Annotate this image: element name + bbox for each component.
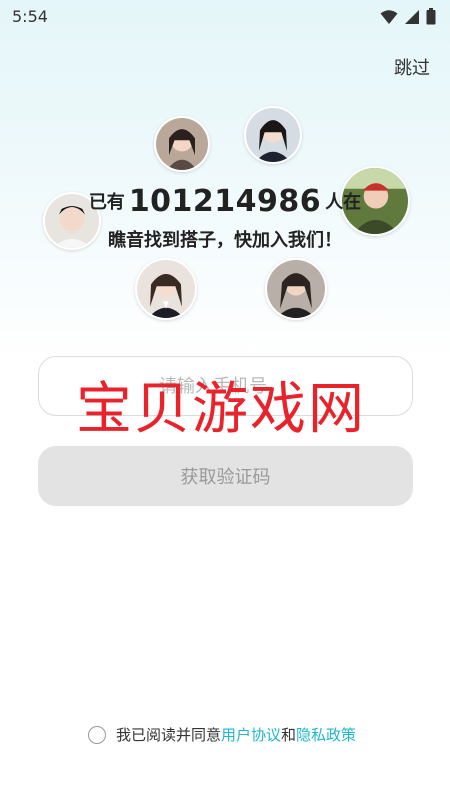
avatar: [265, 258, 327, 320]
headline-suffix: 人在: [325, 192, 362, 213]
agreement-and: 和: [281, 726, 297, 744]
status-icons: [380, 8, 436, 25]
wifi-icon: [380, 9, 398, 24]
user-agreement-link[interactable]: 用户协议: [221, 724, 281, 745]
avatar: [244, 106, 302, 164]
agreement-text: 我已阅读并同意: [116, 726, 222, 744]
avatar: [135, 258, 197, 320]
skip-button[interactable]: 跳过: [394, 54, 430, 80]
user-count: 101214986: [128, 184, 322, 219]
status-time: 5:54: [12, 7, 48, 26]
avatar: [154, 116, 210, 172]
phone-input[interactable]: [39, 357, 412, 415]
agree-checkbox[interactable]: [88, 725, 106, 744]
get-code-button[interactable]: 获取验证码: [38, 446, 413, 506]
status-bar: 5:54: [0, 0, 450, 34]
agreement: 我已阅读并同意 用户协议和隐私政策: [88, 724, 356, 745]
privacy-policy-link[interactable]: 隐私政策: [296, 724, 356, 745]
phone-input-container: [38, 356, 413, 416]
signal-icon: [405, 9, 419, 24]
headline-prefix: 已有: [88, 192, 125, 213]
headline-count-line: 已有 101214986 人在: [0, 184, 450, 219]
battery-icon: [426, 8, 436, 25]
headline-tagline: 瞧音找到搭子，快加入我们！: [108, 230, 342, 251]
